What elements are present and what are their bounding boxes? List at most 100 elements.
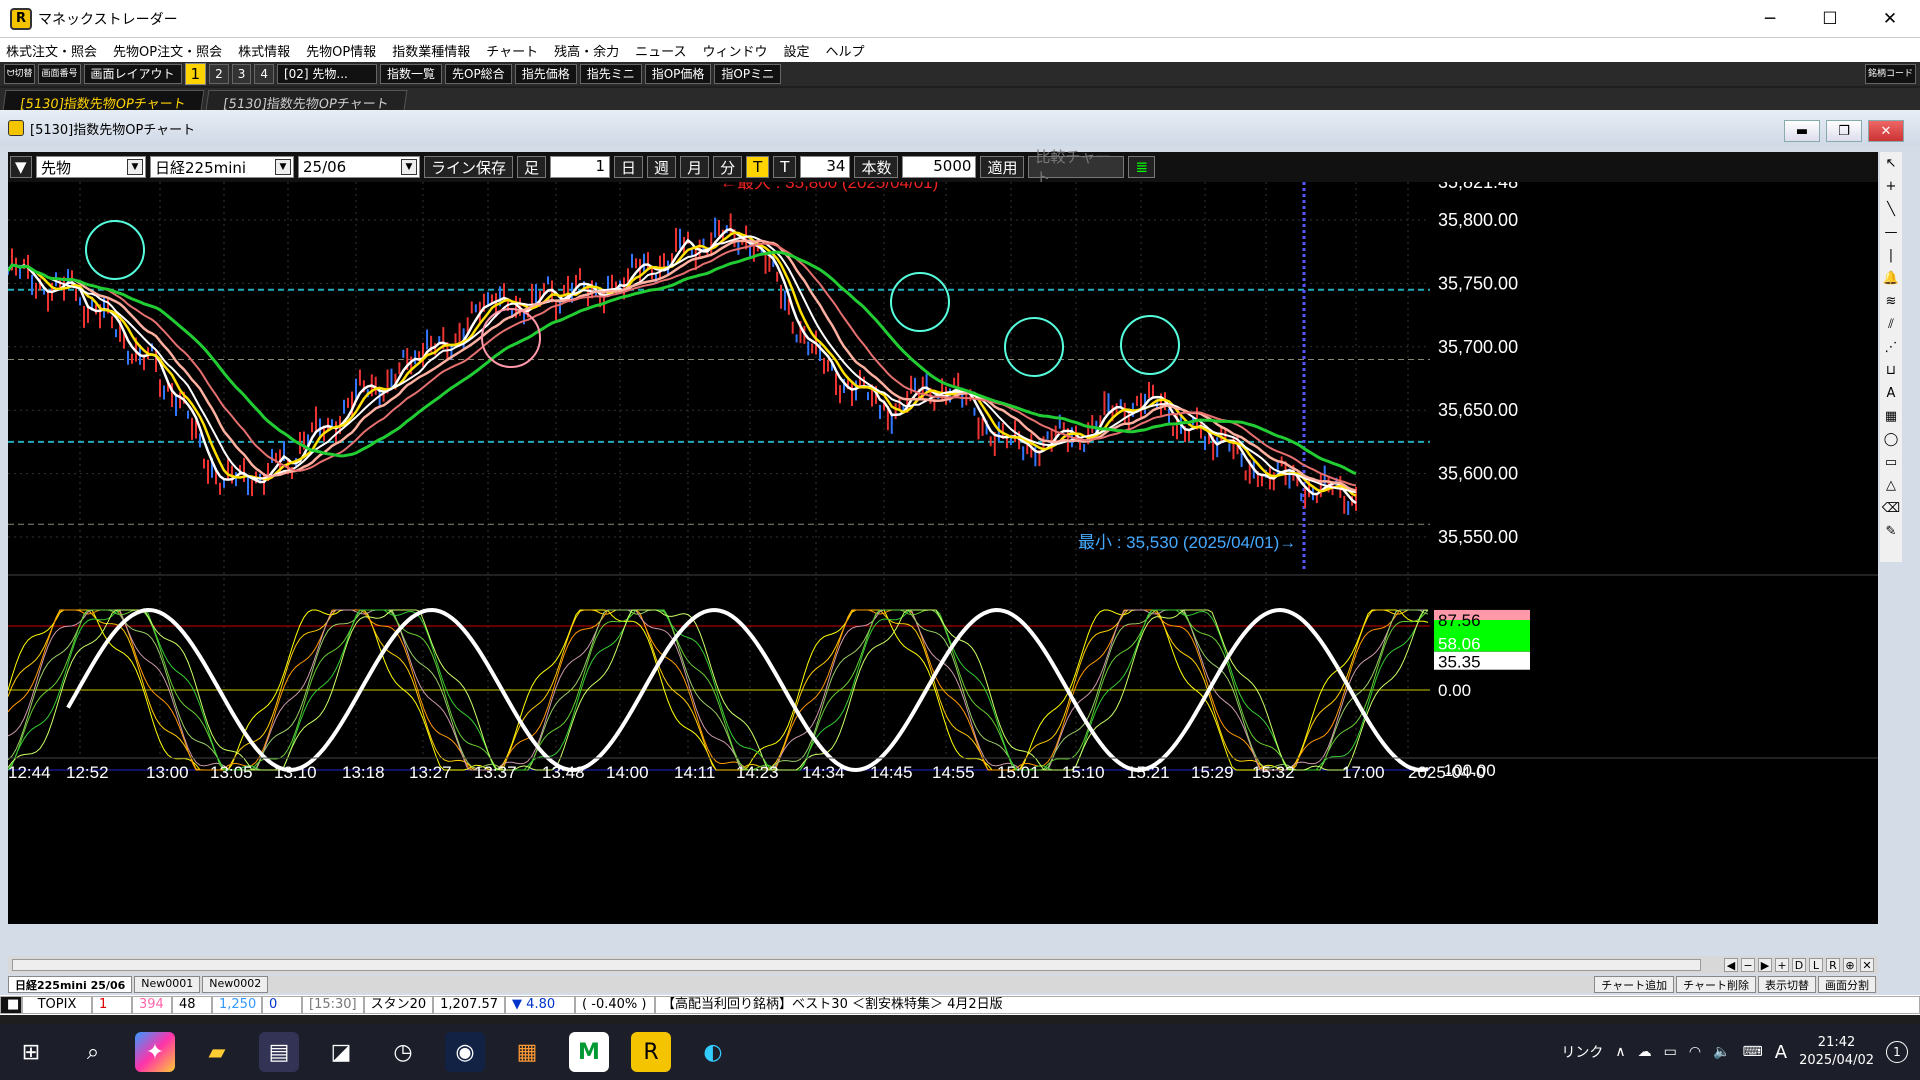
compare-chart-button[interactable]: 比較チャート [1028, 148, 1125, 187]
m-app-icon[interactable]: M [569, 1032, 609, 1072]
index-op-mini-button[interactable]: 指OPミニ [714, 64, 782, 84]
chart-restore-button[interactable]: ❐ [1826, 120, 1862, 142]
fan-icon[interactable]: ⋰ [1885, 336, 1898, 359]
hline-icon[interactable]: — [1885, 221, 1898, 244]
menu-item[interactable]: 先物OP注文・照会 [113, 41, 222, 60]
menu-dropdown-icon[interactable]: ▼ [10, 156, 32, 178]
horizontal-scrollbar[interactable] [12, 959, 1701, 971]
subtab-new2[interactable]: New0002 [202, 976, 269, 993]
menu-combo[interactable]: [02] 先物... [276, 64, 377, 84]
file-explorer-icon[interactable]: ▰ [197, 1032, 237, 1072]
clock-app-icon[interactable]: ◷ [383, 1032, 423, 1072]
symbol-select[interactable]: 日経225mini ▼ [150, 156, 294, 178]
magnify-icon[interactable]: ⊕ [1843, 958, 1857, 972]
subtab-main[interactable]: 日経225mini 25/06 [8, 976, 133, 993]
bell-icon[interactable]: 🔔 [1883, 267, 1899, 290]
notes-icon[interactable]: ◪ [321, 1032, 361, 1072]
ashi-input[interactable]: 1 [550, 156, 611, 178]
keyboard-icon[interactable]: ⌨ [1743, 1044, 1763, 1060]
minimize-button[interactable]: ─ [1740, 0, 1800, 38]
chart-settings-icon[interactable]: ≣ [1128, 156, 1156, 178]
battery-icon[interactable]: ▭ [1664, 1044, 1677, 1060]
tab-chart-2[interactable]: [5130]指数先物OPチャート [205, 90, 408, 112]
notification-badge[interactable]: 1 [1886, 1041, 1908, 1063]
zoom-in-icon[interactable]: + [1775, 958, 1789, 972]
day-button[interactable]: 日 [614, 156, 644, 178]
grid-icon[interactable]: ▦ [1885, 405, 1897, 428]
link-label[interactable]: リンク [1561, 1042, 1603, 1062]
code-input[interactable]: 銘柄コード [1864, 64, 1916, 84]
index-op-price-button[interactable]: 指OP価格 [644, 64, 712, 84]
eraser-icon[interactable]: ⌫ [1882, 497, 1900, 520]
display-toggle-button[interactable]: 表示切替 [1758, 976, 1816, 993]
add-chart-button[interactable]: チャート追加 [1594, 976, 1675, 993]
windows-start-icon[interactable]: ⊞ [11, 1032, 51, 1072]
menu-item[interactable]: 先物OP情報 [306, 41, 376, 60]
mt4-icon[interactable]: ◉ [445, 1032, 485, 1072]
search-icon[interactable]: ⌕ [73, 1032, 113, 1072]
menu-item[interactable]: ウィンドウ [702, 41, 767, 60]
layout-2-button[interactable]: 2 [209, 64, 229, 84]
triangle-icon[interactable]: △ [1886, 474, 1896, 497]
ticker-toggle-icon[interactable]: ■ [0, 996, 22, 1014]
delete-chart-button[interactable]: チャート削除 [1676, 976, 1756, 993]
week-button[interactable]: 週 [647, 156, 677, 178]
menu-item[interactable]: 残高・余力 [554, 41, 619, 60]
month-button[interactable]: 月 [680, 156, 710, 178]
menu-item[interactable]: ヘルプ [825, 41, 864, 60]
split-screen-button[interactable]: 画面分割 [1818, 976, 1876, 993]
edge-icon[interactable]: ◐ [693, 1032, 733, 1072]
trendline-icon[interactable]: ╲ [1887, 198, 1895, 221]
chart-area[interactable]: 35,800.00 35,750.00 35,700.00 35,650.00 35,6… [8, 182, 1878, 924]
monex-trader-icon[interactable]: R [631, 1032, 671, 1072]
price-chart-svg[interactable]: 35,800.00 35,750.00 35,700.00 35,650.00 35,6… [8, 182, 1878, 924]
volume-icon[interactable]: 🔈 [1713, 1044, 1730, 1060]
rect-icon[interactable]: ▭ [1885, 451, 1897, 474]
layout-1-button[interactable]: 1 [184, 63, 207, 85]
crosshair-icon[interactable]: + [1886, 175, 1897, 198]
zoom-out-icon[interactable]: − [1741, 958, 1755, 972]
scroll-right-icon[interactable]: ▶ [1758, 958, 1772, 972]
maximize-button[interactable]: ☐ [1800, 0, 1860, 38]
tick-button[interactable]: T [746, 156, 770, 178]
apply-button[interactable]: 適用 [980, 156, 1025, 178]
wifi-icon[interactable]: ◠ [1689, 1044, 1701, 1060]
cycle-icon[interactable]: ⊔ [1886, 359, 1896, 382]
menu-item[interactable]: 設定 [783, 41, 809, 60]
tab-chart-1[interactable]: [5130]指数先物OPチャート [2, 90, 205, 112]
layout-dropdown[interactable]: 画面レイアウト [83, 64, 182, 84]
t-input[interactable]: 34 [800, 156, 851, 178]
index-list-button[interactable]: 指数一覧 [379, 64, 442, 84]
menu-item[interactable]: 株式注文・照会 [6, 41, 97, 60]
layout-4-button[interactable]: 4 [254, 64, 274, 84]
layout-3-button[interactable]: 3 [231, 64, 252, 84]
r-button[interactable]: R [1826, 958, 1840, 972]
kind-select[interactable]: 先物 ▼ [36, 156, 146, 178]
index-futures-mini-button[interactable]: 指先ミニ [579, 64, 642, 84]
clock[interactable]: 21:42 2025/04/02 [1799, 1034, 1874, 1070]
scroll-left-icon[interactable]: ◀ [1724, 958, 1738, 972]
minute-button[interactable]: 分 [713, 156, 743, 178]
close-button[interactable]: ✕ [1860, 0, 1920, 38]
menu-item[interactable]: 株式情報 [238, 41, 290, 60]
chart-minimize-button[interactable]: ▬ [1784, 120, 1820, 142]
menu-item[interactable]: 指数業種情報 [392, 41, 470, 60]
app-icon-2[interactable]: ▦ [507, 1032, 547, 1072]
chart-close-button[interactable]: ✕ [1868, 120, 1904, 142]
clear-icon[interactable]: ✎ [1886, 520, 1897, 543]
line-save-button[interactable]: ライン保存 [424, 156, 514, 178]
app-icon-1[interactable]: ▤ [259, 1032, 299, 1072]
l-button[interactable]: L [1809, 958, 1823, 972]
menu-item[interactable]: チャート [486, 41, 538, 60]
menu-item[interactable]: ニュース [635, 41, 686, 60]
close-pane-icon[interactable]: ✕ [1860, 958, 1874, 972]
fib-icon[interactable]: ≋ [1886, 290, 1897, 313]
ellipse-icon[interactable]: ◯ [1884, 428, 1899, 451]
screen-number-button[interactable]: 画面番号 [38, 64, 81, 84]
switch-button[interactable]: ᗢ切替 [4, 64, 36, 84]
futures-op-summary-button[interactable]: 先OP総合 [445, 64, 512, 84]
ime-indicator[interactable]: A [1775, 1042, 1787, 1063]
d-button[interactable]: D [1792, 958, 1806, 972]
channel-icon[interactable]: ⫽ [1888, 313, 1894, 336]
month-select[interactable]: 25/06 ▼ [298, 156, 420, 178]
